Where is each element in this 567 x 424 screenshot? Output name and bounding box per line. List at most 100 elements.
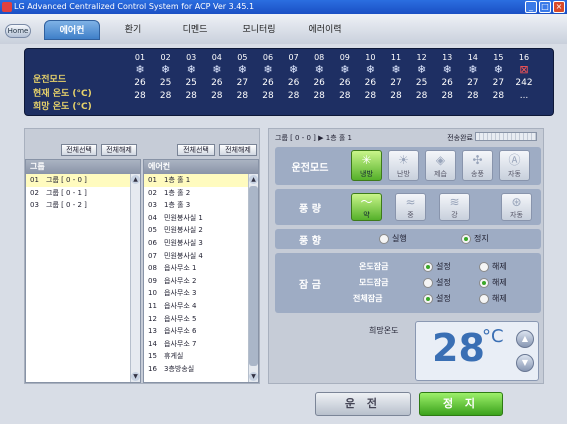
snowflake-icon: ❄ bbox=[237, 63, 247, 76]
unit-current-temp: 26 bbox=[364, 78, 377, 88]
minimize-button[interactable]: _ bbox=[525, 1, 537, 13]
mode-lock-release-radio[interactable]: 해제 bbox=[479, 277, 507, 288]
aircon-row[interactable]: 06 민원봉사실 3 bbox=[144, 237, 258, 250]
aircon-row[interactable]: 15 휴게실 bbox=[144, 350, 258, 363]
unit-status-column[interactable]: 03 ❄ 25 28 bbox=[178, 53, 204, 103]
unit-status-column[interactable]: 01 ❄ 26 28 bbox=[127, 53, 153, 103]
group-row[interactable]: 03 그룹 [ 0 - 2 ] bbox=[26, 199, 140, 212]
unit-target-temp: 28 bbox=[390, 91, 402, 101]
aircon-row[interactable]: 14 읍사무소 7 bbox=[144, 338, 258, 351]
maximize-button[interactable]: □ bbox=[539, 1, 551, 13]
unit-current-temp: 26 bbox=[262, 78, 274, 88]
scroll-up-icon[interactable]: ▲ bbox=[131, 175, 140, 184]
transfer-progress bbox=[475, 132, 537, 141]
unit-current-temp: 26 bbox=[211, 78, 223, 88]
aircon-row[interactable]: 12 읍사무소 5 bbox=[144, 313, 258, 326]
unit-number: 14 bbox=[467, 53, 478, 62]
aircon-row[interactable]: 09 읍사무소 2 bbox=[144, 275, 258, 288]
unit-status-column[interactable]: 12 ❄ 25 28 bbox=[409, 53, 435, 103]
unit-target-temp: 28 bbox=[441, 91, 453, 101]
group-scrollbar[interactable]: ▲ ▼ bbox=[130, 174, 140, 382]
unit-status-column[interactable]: 06 ❄ 26 28 bbox=[255, 53, 281, 103]
wind-icon: ≋ bbox=[449, 195, 460, 209]
unit-status-column[interactable]: 02 ❄ 25 28 bbox=[153, 53, 179, 103]
unit-status-column[interactable]: 05 ❄ 27 28 bbox=[229, 53, 255, 103]
ac-select-all-button[interactable]: 전체선택 bbox=[177, 144, 215, 156]
run-button[interactable]: 운 전 bbox=[315, 392, 411, 416]
group-row[interactable]: 01 그룹 [ 0 - 0 ] bbox=[26, 174, 140, 187]
aircon-row[interactable]: 02 1층 홀 2 bbox=[144, 187, 258, 200]
fan-auto-button[interactable]: ⊛ 자동 bbox=[501, 193, 532, 221]
aircon-row[interactable]: 04 민원봉사실 1 bbox=[144, 212, 258, 225]
unit-status-column[interactable]: 10 ❄ 26 28 bbox=[357, 53, 383, 103]
fan-high-button[interactable]: ≋ 강 bbox=[439, 193, 470, 221]
unit-status-column[interactable]: 09 ❄ 26 28 bbox=[332, 53, 358, 103]
unit-status-column[interactable]: 07 ❄ 26 28 bbox=[281, 53, 307, 103]
unit-number: 15 bbox=[493, 53, 504, 62]
unit-number: 13 bbox=[442, 53, 453, 62]
title-bar: LG Advanced Centralized Control System f… bbox=[0, 0, 567, 14]
mode-dry-button[interactable]: ◈ 제습 bbox=[425, 150, 456, 181]
unit-current-temp: 25 bbox=[159, 78, 172, 88]
tab-error-history[interactable]: 에러이력 bbox=[294, 20, 356, 40]
aircon-row[interactable]: 01 1층 홀 1 bbox=[144, 174, 258, 187]
tab-ventilation[interactable]: 환기 bbox=[108, 20, 158, 40]
temp-up-button[interactable]: ▲ bbox=[516, 330, 534, 348]
unit-number: 07 bbox=[288, 53, 299, 62]
close-button[interactable]: × bbox=[553, 1, 565, 13]
temp-down-button[interactable]: ▼ bbox=[516, 354, 534, 372]
unit-number: 16 bbox=[518, 53, 530, 62]
fan-mid-button[interactable]: ≈ 중 bbox=[395, 193, 426, 221]
ac-clear-all-button[interactable]: 전체해제 bbox=[219, 144, 257, 156]
aircon-row[interactable]: 16 3층방송실 bbox=[144, 363, 258, 376]
unit-status-column[interactable]: 14 ❄ 27 28 bbox=[460, 53, 486, 103]
unit-status-column[interactable]: 15 ❄ 27 28 bbox=[485, 53, 511, 103]
temp-lock-label: 온도잠금 bbox=[359, 262, 389, 271]
unit-status-column[interactable]: 16 ⊠ 242... bbox=[511, 53, 537, 103]
scroll-thumb[interactable] bbox=[249, 186, 258, 366]
aircon-row[interactable]: 05 민원봉사실 2 bbox=[144, 224, 258, 237]
scroll-down-icon[interactable]: ▼ bbox=[249, 372, 258, 381]
unit-number: 11 bbox=[390, 53, 402, 62]
group-clear-all-button[interactable]: 전체해제 bbox=[101, 144, 137, 156]
unit-status-column[interactable]: 08 ❄ 26 28 bbox=[306, 53, 332, 103]
fan-low-button[interactable]: 〜 약 bbox=[351, 193, 382, 221]
all-lock-release-radio[interactable]: 해제 bbox=[479, 293, 507, 304]
stop-button[interactable]: 정 지 bbox=[419, 392, 503, 416]
scroll-down-icon[interactable]: ▼ bbox=[131, 372, 140, 381]
app-icon bbox=[2, 2, 12, 12]
swing-off-radio[interactable]: 정지 bbox=[461, 233, 489, 244]
unit-number: 02 bbox=[160, 53, 171, 62]
temp-lock-set-radio[interactable]: 설정 bbox=[423, 261, 451, 272]
wind-icon: ≈ bbox=[405, 195, 416, 209]
fan-speed-title: 풍 량 bbox=[299, 204, 321, 215]
home-button[interactable]: Home bbox=[5, 24, 31, 38]
temp-lock-release-radio[interactable]: 해제 bbox=[479, 261, 507, 272]
swing-on-radio[interactable]: 실행 bbox=[379, 233, 407, 244]
aircon-row[interactable]: 08 읍사무소 1 bbox=[144, 262, 258, 275]
tab-demand[interactable]: 디멘드 bbox=[168, 20, 222, 40]
snowflake-icon: ❄ bbox=[493, 63, 503, 76]
aircon-row[interactable]: 13 읍사무소 6 bbox=[144, 325, 258, 338]
mode-heat-button[interactable]: ☀ 난방 bbox=[388, 150, 419, 181]
aircon-row[interactable]: 03 1층 홀 3 bbox=[144, 199, 258, 212]
unit-status-column[interactable]: 11 ❄ 27 28 bbox=[383, 53, 409, 103]
aircon-row[interactable]: 07 민원봉사실 4 bbox=[144, 250, 258, 263]
unit-current-temp: 26 bbox=[441, 78, 453, 88]
aircon-row[interactable]: 11 읍사무소 4 bbox=[144, 300, 258, 313]
all-lock-set-radio[interactable]: 설정 bbox=[423, 293, 451, 304]
aircon-row[interactable]: 10 읍사무소 3 bbox=[144, 287, 258, 300]
mode-fan-button[interactable]: ✣ 송풍 bbox=[462, 150, 493, 181]
mode-lock-set-radio[interactable]: 설정 bbox=[423, 277, 451, 288]
aircon-scrollbar[interactable]: ▲ ▼ bbox=[248, 174, 258, 382]
unit-status-column[interactable]: 13 ❄ 26 28 bbox=[434, 53, 460, 103]
unit-target-temp: 28 bbox=[185, 91, 197, 101]
mode-cool-button[interactable]: ✳ 냉방 bbox=[351, 150, 382, 181]
unit-status-column[interactable]: 04 ❄ 26 28 bbox=[204, 53, 230, 103]
group-row[interactable]: 02 그룹 [ 0 - 1 ] bbox=[26, 187, 140, 200]
group-select-all-button[interactable]: 전체선택 bbox=[61, 144, 97, 156]
tab-monitoring[interactable]: 모니터링 bbox=[228, 20, 290, 40]
scroll-up-icon[interactable]: ▲ bbox=[249, 175, 258, 184]
tab-aircon[interactable]: 에어컨 bbox=[44, 20, 100, 40]
mode-auto-button[interactable]: Ⓐ 자동 bbox=[499, 150, 530, 181]
